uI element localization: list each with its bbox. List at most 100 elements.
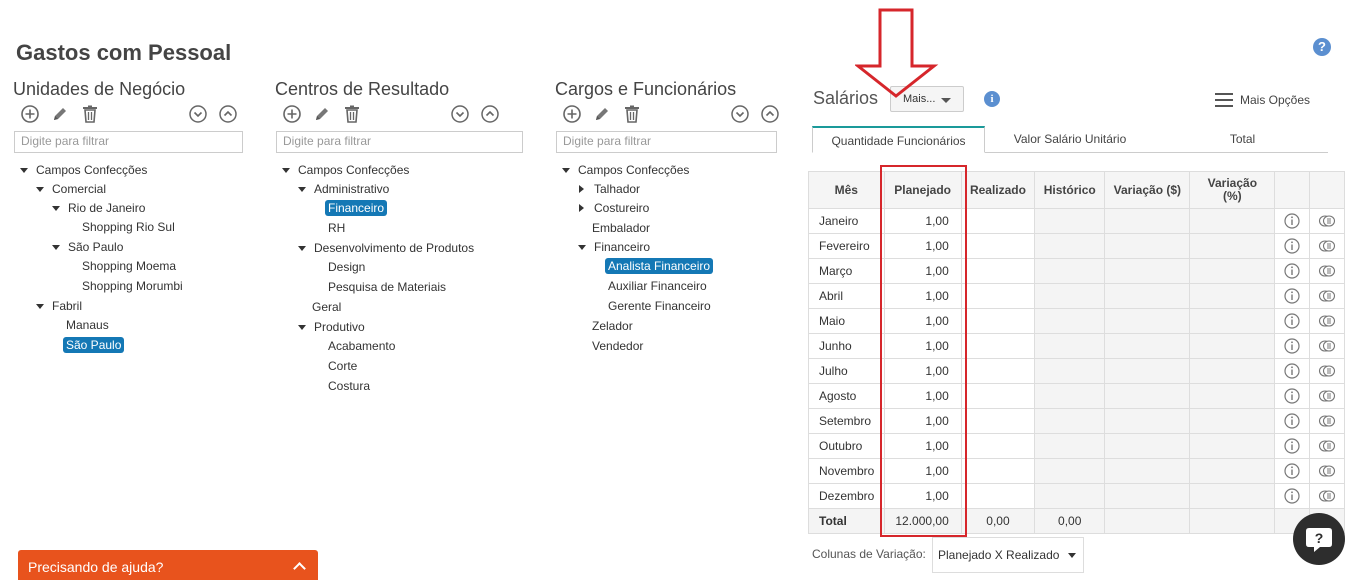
centros-filter-input[interactable]: Digite para filtrar xyxy=(276,131,523,153)
row-money-icon[interactable] xyxy=(1309,433,1345,459)
pencil-icon[interactable] xyxy=(50,104,70,124)
help-bar[interactable]: Precisando de ajuda? xyxy=(18,550,318,580)
tree-node[interactable]: Fabril xyxy=(52,298,82,314)
trash-icon[interactable] xyxy=(622,104,642,124)
row-money-icon[interactable] xyxy=(1309,458,1345,484)
unidades-filter-input[interactable]: Digite para filtrar xyxy=(14,131,243,153)
cell-historico xyxy=(1034,208,1106,234)
caret-down-icon[interactable] xyxy=(36,187,44,192)
row-info-icon[interactable] xyxy=(1274,458,1311,484)
tree-node[interactable]: Zelador xyxy=(592,318,633,334)
tree-node[interactable]: Embalador xyxy=(592,220,650,236)
row-money-icon[interactable] xyxy=(1309,483,1345,509)
variacao-select[interactable]: Planejado X Realizado xyxy=(932,537,1084,573)
row-money-icon[interactable] xyxy=(1309,408,1345,434)
row-info-icon[interactable] xyxy=(1274,333,1311,359)
tree-node[interactable]: Auxiliar Financeiro xyxy=(608,278,707,294)
caret-down-icon[interactable] xyxy=(578,245,586,250)
row-money-icon[interactable] xyxy=(1309,308,1345,334)
row-money-icon[interactable] xyxy=(1309,233,1345,259)
tree-node[interactable]: Gerente Financeiro xyxy=(608,298,711,314)
tree-node[interactable]: Administrativo xyxy=(314,181,389,197)
tree-node[interactable]: Shopping Morumbi xyxy=(82,278,183,294)
tree-node[interactable]: Vendedor xyxy=(592,338,643,354)
caret-right-icon[interactable] xyxy=(579,185,584,193)
caret-down-icon[interactable] xyxy=(36,304,44,309)
pencil-icon[interactable] xyxy=(592,104,612,124)
cell-total-label: Total xyxy=(808,508,885,534)
tab-total[interactable]: Total xyxy=(1190,126,1295,153)
tree-node[interactable]: Acabamento xyxy=(328,338,395,354)
add-circle-icon[interactable] xyxy=(562,104,582,124)
row-info-icon[interactable] xyxy=(1274,308,1311,334)
row-info-icon[interactable] xyxy=(1274,433,1311,459)
tree-node[interactable]: Financeiro xyxy=(594,239,650,255)
tree-node[interactable]: São Paulo xyxy=(63,337,125,353)
tree-node[interactable]: Rio de Janeiro xyxy=(68,200,145,216)
tree-node[interactable]: Comercial xyxy=(52,181,106,197)
tree-node[interactable]: Design xyxy=(328,259,365,275)
trash-icon[interactable] xyxy=(342,104,362,124)
row-money-icon[interactable] xyxy=(1309,258,1345,284)
pencil-icon[interactable] xyxy=(312,104,332,124)
question-circle-icon[interactable]: ? xyxy=(1313,38,1331,56)
caret-down-icon[interactable] xyxy=(298,187,306,192)
tree-node[interactable]: Shopping Moema xyxy=(82,258,176,274)
trash-icon[interactable] xyxy=(80,104,100,124)
tree-node[interactable]: Costura xyxy=(328,378,370,394)
caret-down-icon[interactable] xyxy=(20,168,28,173)
tab-quantidade-funcionarios[interactable]: Quantidade Funcionários xyxy=(812,126,985,153)
tree-node[interactable]: Talhador xyxy=(594,181,640,197)
info-circle-icon[interactable]: i xyxy=(984,91,1000,107)
caret-down-icon[interactable] xyxy=(52,245,60,250)
tree-node[interactable]: Financeiro xyxy=(325,200,388,216)
tree-node[interactable]: Campos Confecções xyxy=(36,162,147,178)
tree-node[interactable]: Analista Financeiro xyxy=(605,258,714,274)
expand-all-icon[interactable] xyxy=(480,104,500,124)
row-money-icon[interactable] xyxy=(1309,358,1345,384)
caret-down-icon[interactable] xyxy=(52,206,60,211)
tree-node[interactable]: Desenvolvimento de Produtos xyxy=(314,240,474,256)
row-money-icon[interactable] xyxy=(1309,383,1345,409)
row-info-icon[interactable] xyxy=(1274,408,1311,434)
caret-down-icon[interactable] xyxy=(298,246,306,251)
tree-node[interactable]: Shopping Rio Sul xyxy=(82,219,175,235)
tree-node[interactable]: Corte xyxy=(328,358,357,374)
row-info-icon[interactable] xyxy=(1274,258,1311,284)
tree-node[interactable]: Geral xyxy=(312,299,341,315)
tree-node[interactable]: Manaus xyxy=(66,317,109,333)
caret-down-icon[interactable] xyxy=(282,168,290,173)
row-info-icon[interactable] xyxy=(1274,483,1311,509)
caret-down-icon[interactable] xyxy=(298,325,306,330)
row-info-icon[interactable] xyxy=(1274,358,1311,384)
chat-question-icon[interactable]: ? xyxy=(1293,513,1345,565)
row-money-icon[interactable] xyxy=(1309,333,1345,359)
collapse-all-icon[interactable] xyxy=(188,104,208,124)
tab-valor-salario-unitario[interactable]: Valor Salário Unitário xyxy=(990,126,1150,153)
add-circle-icon[interactable] xyxy=(20,104,40,124)
row-info-icon[interactable] xyxy=(1274,233,1311,259)
tree-node[interactable]: Campos Confecções xyxy=(298,162,409,178)
tree-node[interactable]: Costureiro xyxy=(594,200,649,216)
caret-down-icon[interactable] xyxy=(562,168,570,173)
tree-node[interactable]: São Paulo xyxy=(68,239,123,255)
cell-historico xyxy=(1034,458,1106,484)
caret-right-icon[interactable] xyxy=(579,204,584,212)
row-money-icon[interactable] xyxy=(1309,283,1345,309)
cargos-filter-input[interactable]: Digite para filtrar xyxy=(556,131,777,153)
cell-realizado xyxy=(960,458,1036,484)
collapse-all-icon[interactable] xyxy=(730,104,750,124)
tree-node[interactable]: RH xyxy=(328,220,345,236)
collapse-all-icon[interactable] xyxy=(450,104,470,124)
row-info-icon[interactable] xyxy=(1274,208,1311,234)
tree-node[interactable]: Campos Confecções xyxy=(578,162,689,178)
tree-node[interactable]: Produtivo xyxy=(314,319,365,335)
expand-all-icon[interactable] xyxy=(760,104,780,124)
row-info-icon[interactable] xyxy=(1274,383,1311,409)
row-info-icon[interactable] xyxy=(1274,283,1311,309)
row-money-icon[interactable] xyxy=(1309,208,1345,234)
mais-opcoes-button[interactable]: Mais Opções xyxy=(1215,93,1310,107)
expand-all-icon[interactable] xyxy=(218,104,238,124)
tree-node[interactable]: Pesquisa de Materiais xyxy=(328,279,446,295)
add-circle-icon[interactable] xyxy=(282,104,302,124)
